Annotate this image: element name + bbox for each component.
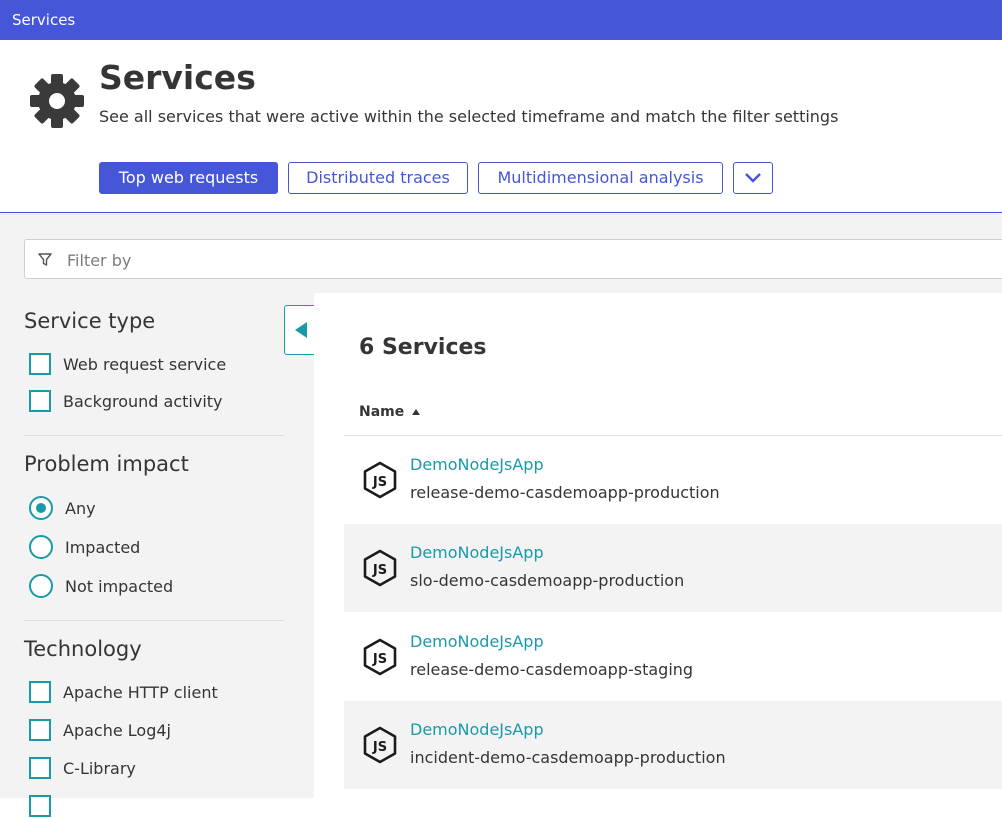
svg-text:JS: JS (372, 563, 387, 578)
collapse-sidebar-button[interactable] (284, 305, 316, 355)
gear-icon (30, 74, 84, 128)
column-header-label: Name (359, 404, 405, 420)
service-subtitle: slo-demo-casdemoapp-production (410, 571, 685, 590)
multidimensional-analysis-button[interactable]: Multidimensional analysis (478, 162, 723, 194)
more-actions-button[interactable] (733, 162, 773, 194)
checkbox[interactable] (29, 353, 51, 375)
nodejs-icon: JS (363, 461, 397, 499)
radio-button[interactable] (29, 535, 53, 559)
technology-option-apache-http-client[interactable]: Apache HTTP client (29, 680, 218, 704)
service-type-option-background[interactable]: Background activity (29, 389, 223, 413)
service-subtitle: release-demo-casdemoapp-production (410, 483, 720, 502)
distributed-traces-button[interactable]: Distributed traces (288, 162, 468, 194)
page-title: Services (99, 58, 256, 97)
sort-ascending-icon (412, 409, 421, 415)
table-row[interactable]: JS DemoNodeJsApp incident-demo-casdemoap… (344, 701, 1002, 789)
option-label: Apache HTTP client (63, 682, 218, 702)
checkbox[interactable] (29, 757, 51, 779)
nodejs-icon: JS (363, 726, 397, 764)
checkbox[interactable] (29, 719, 51, 741)
option-label: Apache Log4j (63, 720, 171, 740)
top-web-requests-button[interactable]: Top web requests (99, 162, 278, 194)
table-row[interactable]: JS DemoNodeJsApp slo-demo-casdemoapp-pro… (344, 524, 1002, 612)
checkbox[interactable] (29, 795, 51, 817)
filter-input[interactable] (65, 240, 969, 280)
technology-option-c-library[interactable]: C-Library (29, 756, 136, 780)
option-label: Impacted (65, 537, 141, 557)
divider (24, 620, 284, 621)
window-title: Services (12, 11, 76, 29)
radio-button[interactable] (29, 574, 53, 598)
option-label: Not impacted (65, 576, 174, 596)
services-panel: 6 Services Name JS DemoNodeJsApp release… (314, 293, 1002, 798)
filter-bar[interactable] (24, 239, 1002, 280)
page-header: Services See all services that were acti… (0, 40, 1002, 213)
problem-impact-heading: Problem impact (24, 452, 189, 476)
page-subtitle: See all services that were active within… (99, 107, 839, 126)
nodejs-icon: JS (363, 638, 397, 676)
chevron-down-icon (745, 173, 761, 183)
table-row[interactable]: JS DemoNodeJsApp release-demo-casdemoapp… (344, 436, 1002, 524)
svg-text:JS: JS (372, 475, 387, 490)
svg-text:JS: JS (372, 652, 387, 667)
service-subtitle: incident-demo-casdemoapp-production (410, 748, 726, 767)
name-column-header[interactable]: Name (359, 404, 421, 420)
technology-option-apache-log4j[interactable]: Apache Log4j (29, 718, 171, 742)
content-area: Service type Web request service Backgro… (0, 213, 1002, 817)
divider (24, 435, 284, 436)
checkbox[interactable] (29, 681, 51, 703)
service-name-link[interactable]: DemoNodeJsApp (410, 543, 544, 562)
service-name-link[interactable]: DemoNodeJsApp (410, 455, 544, 474)
problem-impact-option-impacted[interactable]: Impacted (29, 535, 140, 559)
service-name-link[interactable]: DemoNodeJsApp (410, 632, 544, 651)
service-subtitle: release-demo-casdemoapp-staging (410, 660, 694, 679)
checkbox[interactable] (29, 390, 51, 412)
option-label: C-Library (63, 758, 136, 778)
filter-sidebar: Service type Web request service Backgro… (0, 293, 300, 817)
filter-icon (38, 253, 52, 266)
service-type-option-web-request[interactable]: Web request service (29, 352, 226, 376)
problem-impact-option-any[interactable]: Any (29, 496, 96, 520)
option-label: Web request service (63, 354, 227, 374)
service-type-heading: Service type (24, 309, 156, 333)
option-label: Any (65, 498, 96, 518)
problem-impact-option-not-impacted[interactable]: Not impacted (29, 574, 173, 598)
technology-heading: Technology (24, 637, 142, 661)
table-row[interactable]: JS DemoNodeJsApp release-demo-casdemoapp… (344, 613, 1002, 701)
radio-button[interactable] (29, 496, 53, 520)
svg-text:JS: JS (372, 740, 387, 755)
services-count-title: 6 Services (359, 335, 487, 360)
window-title-bar: Services (0, 0, 1002, 40)
option-label: Background activity (63, 391, 223, 411)
nodejs-icon: JS (363, 549, 397, 587)
service-name-link[interactable]: DemoNodeJsApp (410, 720, 544, 739)
caret-left-icon (294, 322, 307, 338)
